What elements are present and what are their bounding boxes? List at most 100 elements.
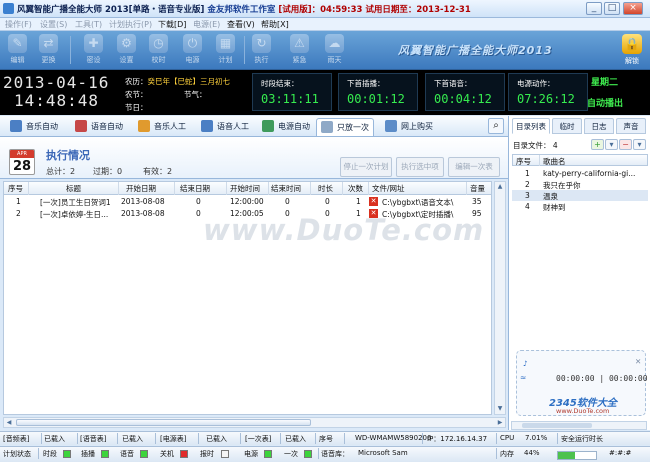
calendar-icon: ▦ xyxy=(216,34,235,53)
clock-icon: ◷ xyxy=(149,34,168,53)
table-vertical-scrollbar[interactable]: ▲ ▼ xyxy=(494,181,506,415)
key-icon: ✚ xyxy=(84,34,103,53)
stop-once-plan-button[interactable]: 停止一次计划 xyxy=(340,157,392,177)
execute-selected-button[interactable]: 执行选中项 xyxy=(396,157,444,177)
tab-voice-auto[interactable]: 语音自动 xyxy=(75,118,123,136)
toolbar: ✎ 编辑 ⇄ 更换 ✚ 密设 ⚙ 设置 ◷ 校时 ⏻ 电源 ▦ 计划 ↻ 执行 ⚠ 紧急 ☁ 雨天 … xyxy=(0,31,650,70)
counter-next-insert: 下首插播： 00:01:12 xyxy=(338,73,418,111)
lunar-date: 农历：癸巳年【巳蛇】三月初七 xyxy=(125,77,230,86)
list-item[interactable]: 4 财神到 xyxy=(512,201,648,212)
gear-icon: ⚙ xyxy=(117,34,136,53)
scroll-down-icon[interactable]: ▼ xyxy=(495,404,505,414)
col-song-name[interactable]: 歌曲名 xyxy=(543,156,566,167)
list-item[interactable]: 3 温泉 xyxy=(512,190,648,201)
col-start-time[interactable]: 开始时间 xyxy=(230,183,260,194)
music-icon xyxy=(10,120,22,132)
status-led xyxy=(101,450,109,458)
menu-view[interactable]: 查看(V) xyxy=(227,19,255,30)
tab-sound[interactable]: 声音 xyxy=(616,118,646,134)
edit-button[interactable]: ✎ 编辑 xyxy=(4,33,31,68)
search-button[interactable]: ⌕ xyxy=(488,118,504,134)
menu-plan[interactable]: 计划执行(P) xyxy=(109,19,152,30)
festival: 节日： xyxy=(125,103,148,112)
scroll-up-icon[interactable]: ▲ xyxy=(495,182,505,192)
menu-operate[interactable]: 操作(F) xyxy=(5,19,32,30)
menu-help[interactable]: 帮助[X] xyxy=(261,19,289,30)
menu-tools[interactable]: 工具(T) xyxy=(75,19,102,30)
col-file[interactable]: 文件/网址 xyxy=(372,183,405,194)
counter-next-voice: 下首语音： 00:04:12 xyxy=(425,73,505,111)
scroll-right-icon[interactable]: ▶ xyxy=(495,418,505,428)
tab-buy-online[interactable]: 网上购买 xyxy=(385,118,433,136)
table-horizontal-scrollbar[interactable]: ◀ ▶ xyxy=(3,417,506,428)
tab-power-auto[interactable]: 电源自动 xyxy=(262,118,310,136)
table-row[interactable]: 1 [一次]员工生日贺词1 2013-08-08 0 12:00:00 0 0 … xyxy=(4,196,491,208)
voice-icon xyxy=(201,120,213,132)
unlock-button[interactable]: 🔒 解锁 xyxy=(618,33,646,68)
execute-button[interactable]: ↻ 执行 xyxy=(248,33,275,68)
menu-power[interactable]: 电源(E) xyxy=(193,19,220,30)
clock-icon xyxy=(321,121,333,133)
power-button[interactable]: ⏻ 电源 xyxy=(179,33,206,68)
status-bar-plan: 计划状态 时段 插播 语音 关机 报时 电源 一次 语音库： Microsoft… xyxy=(0,446,650,462)
playlist-horizontal-scrollbar[interactable] xyxy=(511,421,647,430)
maximize-button[interactable]: □ xyxy=(604,2,620,15)
note-icon: ♪ xyxy=(523,359,528,368)
rainy-day-button[interactable]: ☁ 雨天 xyxy=(321,33,348,68)
missing-file-icon: ✕ xyxy=(369,197,378,206)
scroll-thumb[interactable] xyxy=(16,419,311,426)
power-icon: ⏻ xyxy=(183,34,202,53)
time-sync-button[interactable]: ◷ 校时 xyxy=(145,33,172,68)
scroll-left-icon[interactable]: ◀ xyxy=(4,418,14,428)
tab-play-once[interactable]: 只放一次 xyxy=(316,118,374,136)
farm-day: 农节： xyxy=(125,90,148,99)
main-tabs: 音乐自动 语音自动 音乐人工 语音人工 电源自动 只放一次 网上购买 xyxy=(0,116,508,137)
chevron-down-icon[interactable]: ▾ xyxy=(605,139,618,150)
chevron-down-icon[interactable]: ▾ xyxy=(633,139,646,150)
scroll-thumb[interactable] xyxy=(522,423,592,428)
col-volume[interactable]: 音量 xyxy=(470,183,485,194)
col-times[interactable]: 次数 xyxy=(348,183,363,194)
task-total: 总计：2 xyxy=(46,167,76,176)
status-led xyxy=(63,450,71,458)
lock-icon: 🔒 xyxy=(622,34,642,54)
tab-log[interactable]: 日志 xyxy=(584,118,614,134)
close-icon[interactable]: ✕ xyxy=(635,357,641,366)
tab-directory-list[interactable]: 目录列表 xyxy=(512,118,550,134)
tab-music-manual[interactable]: 音乐人工 xyxy=(138,118,186,136)
counter-period-end: 时段结束： 03:11:11 xyxy=(252,73,332,111)
col-title[interactable]: 标题 xyxy=(66,183,81,194)
tab-temporary[interactable]: 临时 xyxy=(552,118,582,134)
counter-power-action: 电源动作： 07:26:12 xyxy=(508,73,588,111)
task-title: 执行情况 xyxy=(46,149,90,162)
password-button[interactable]: ✚ 密设 xyxy=(80,33,107,68)
clock-time: 14:48:48 xyxy=(14,91,100,110)
auto-play-status: 自动播出 xyxy=(587,99,624,109)
list-item[interactable]: 2 我只在乎你 xyxy=(512,179,648,190)
col-duration[interactable]: 时长 xyxy=(318,183,333,194)
edit-once-table-button[interactable]: 编辑一次表 xyxy=(448,157,500,177)
col-end-date[interactable]: 结束日期 xyxy=(180,183,210,194)
close-button[interactable]: × xyxy=(623,2,643,15)
tab-voice-manual[interactable]: 语音人工 xyxy=(201,118,249,136)
toolbar-separator xyxy=(70,36,71,64)
plan-button[interactable]: ▦ 计划 xyxy=(212,33,239,68)
status-bar-tables: [音频表] 已载入 [语音表] 已载入 [电源表] 已载入 [一次表] 已载入 … xyxy=(0,431,650,445)
speaker-icon xyxy=(138,120,150,132)
execute-icon: ↻ xyxy=(252,34,271,53)
replace-button[interactable]: ⇄ 更换 xyxy=(35,33,62,68)
menu-settings[interactable]: 设置(S) xyxy=(40,19,67,30)
menu-download[interactable]: 下载[D] xyxy=(158,19,186,30)
list-item[interactable]: 1 katy-perry-california-gi... xyxy=(512,168,648,179)
col-start-date[interactable]: 开始日期 xyxy=(126,183,156,194)
col-no[interactable]: 序号 xyxy=(516,156,531,167)
minimize-button[interactable]: _ xyxy=(586,2,602,15)
add-icon[interactable]: + xyxy=(591,139,604,150)
voice-icon xyxy=(75,120,87,132)
settings-button[interactable]: ⚙ 设置 xyxy=(113,33,140,68)
col-no[interactable]: 序号 xyxy=(8,183,23,194)
remove-icon[interactable]: − xyxy=(619,139,632,150)
emergency-button[interactable]: ⚠ 紧急 xyxy=(286,33,313,68)
col-end-time[interactable]: 结束时间 xyxy=(271,183,301,194)
tab-music-auto[interactable]: 音乐自动 xyxy=(10,118,58,136)
